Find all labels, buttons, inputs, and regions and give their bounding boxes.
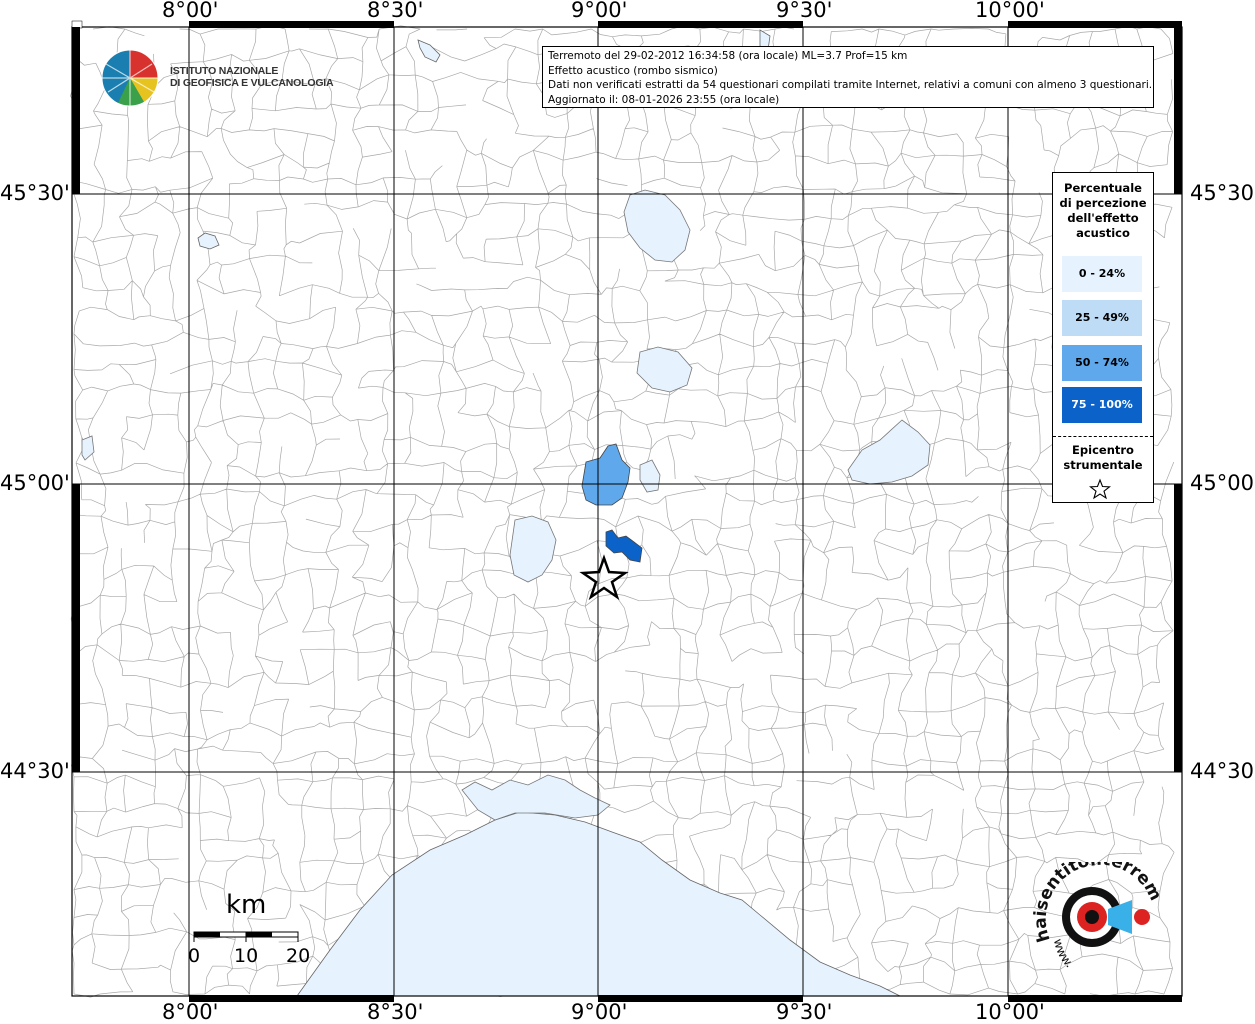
legend-class-0-24: 0 - 24%: [1062, 256, 1142, 292]
legend-star-icon: [1089, 478, 1111, 500]
legend-title-line4: acustico: [1076, 226, 1130, 240]
lon-tick-top-8-00: 8°00': [162, 0, 219, 22]
lon-tick-bottom-8-00: 8°00': [162, 1000, 219, 1024]
legend-class-75-100: 75 - 100%: [1062, 387, 1142, 423]
legend: Percentuale di percezione dell'effetto a…: [1052, 172, 1154, 503]
lon-tick-bottom-9-00: 9°00': [571, 1000, 628, 1024]
ingv-globe-icon: [101, 49, 159, 107]
lon-tick-bottom-8-30: 8°30': [367, 1000, 424, 1024]
scale-label-10: 10: [234, 945, 259, 967]
legend-class-50-74: 50 - 74%: [1062, 345, 1142, 381]
haisentitoilterremoto-logo: haisentitoilterremoto.it www.: [1032, 862, 1165, 970]
svg-text:www.: www.: [1051, 937, 1076, 970]
lat-tick-left-45-00: 45°00': [0, 471, 70, 495]
lat-tick-right-45-30: 45°30': [1190, 181, 1255, 205]
legend-epicenter-label: Epicentro strumentale: [1053, 443, 1153, 473]
lon-tick-top-9-30: 9°30': [776, 0, 833, 22]
event-info-line2: Effetto acustico (rombo sismico): [548, 64, 718, 77]
legend-title-line2: di percezione: [1059, 196, 1147, 210]
lat-tick-right-44-30: 44°30': [1190, 759, 1255, 783]
lon-tick-top-8-30: 8°30': [367, 0, 424, 22]
legend-title: Percentuale di percezione dell'effetto a…: [1053, 181, 1153, 241]
legend-title-line3: dell'effetto: [1067, 211, 1139, 225]
legend-separator: [1053, 436, 1153, 437]
ingv-name-line2: DI GEOFISICA E VULCANOLOGIA: [170, 77, 334, 89]
lon-tick-bottom-9-30: 9°30': [776, 1000, 833, 1024]
scale-label-20: 20: [286, 945, 311, 967]
ingv-name: ISTITUTO NAZIONALE DI GEOFISICA E VULCAN…: [170, 65, 334, 89]
event-info-box: Terremoto del 29-02-2012 16:34:58 (ora l…: [542, 46, 1154, 108]
lon-tick-bottom-10-00: 10°00': [975, 1000, 1045, 1024]
legend-title-line1: Percentuale: [1064, 181, 1142, 195]
scale-unit: km: [226, 890, 267, 920]
scale-label-0: 0: [188, 945, 201, 967]
event-info-line4: Aggiornato il: 08-01-2026 23:55 (ora loc…: [548, 93, 780, 106]
lat-tick-left-44-30: 44°30': [0, 759, 70, 783]
lon-tick-top-10-00: 10°00': [975, 0, 1045, 22]
lat-tick-right-45-00: 45°00': [1190, 471, 1255, 495]
lat-tick-left-45-30: 45°30': [0, 181, 70, 205]
ingv-name-line1: ISTITUTO NAZIONALE: [170, 65, 279, 77]
event-info-line1: Terremoto del 29-02-2012 16:34:58 (ora l…: [548, 50, 908, 62]
legend-epicenter-line2: strumentale: [1063, 458, 1143, 472]
legend-epicenter-line1: Epicentro: [1072, 443, 1134, 457]
lon-tick-top-9-00: 9°00': [571, 0, 628, 22]
legend-class-25-49: 25 - 49%: [1062, 300, 1142, 336]
event-info-line3: Dati non verificati estratti da 54 quest…: [548, 79, 1153, 91]
